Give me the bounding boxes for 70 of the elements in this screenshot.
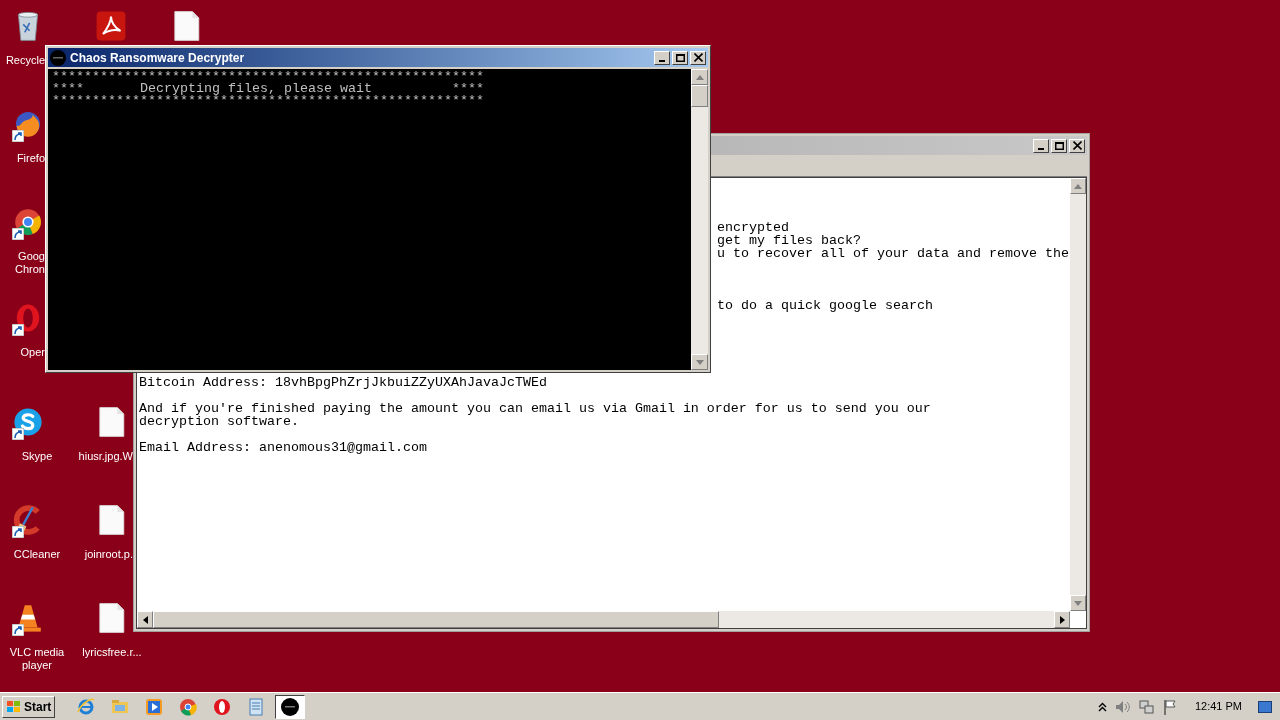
- minimize-icon: [659, 59, 665, 62]
- text-line: encrypted: [717, 221, 789, 234]
- icon-label[interactable]: Skype: [21, 450, 53, 463]
- icon-label[interactable]: Goog Chron: [0, 250, 45, 276]
- maximize-button[interactable]: [672, 50, 688, 65]
- vertical-scrollbar[interactable]: [1070, 178, 1086, 611]
- scroll-right-icon: [1059, 615, 1065, 624]
- close-button[interactable]: [1069, 138, 1085, 153]
- console-line: **** Decrypting files, please wait ****: [52, 83, 485, 95]
- close-icon: [693, 53, 703, 62]
- maximize-button[interactable]: [1051, 138, 1067, 153]
- app-icon: [50, 49, 66, 66]
- show-desktop-button[interactable]: [1258, 700, 1272, 713]
- close-icon: [1072, 141, 1082, 150]
- close-button[interactable]: [690, 50, 706, 65]
- icon-label[interactable]: CCleaner: [13, 548, 61, 561]
- icon-label[interactable]: lyricsfree.r...: [82, 646, 142, 659]
- icon-label[interactable]: Recycle: [0, 54, 45, 67]
- shortcut-arrow-icon: [12, 624, 24, 636]
- icon-label[interactable]: Firefo: [0, 152, 45, 165]
- folder-icon: [111, 697, 130, 716]
- scroll-down-icon: [1074, 600, 1082, 606]
- icon-label[interactable]: VLC media player: [9, 646, 65, 672]
- browser-icon: [77, 697, 96, 716]
- icon-label[interactable]: hiusr.jpg.W: [75, 450, 133, 463]
- shortcut-arrow-icon: [12, 228, 24, 240]
- skype-icon[interactable]: [12, 406, 44, 438]
- minimize-button[interactable]: [654, 50, 670, 65]
- shortcut-arrow-icon: [12, 130, 24, 142]
- play-icon: [145, 697, 164, 716]
- scroll-up-icon: [1074, 183, 1082, 189]
- maximize-icon: [1054, 141, 1064, 150]
- clock[interactable]: 12:41 PM: [1194, 698, 1242, 715]
- minimize-icon: [1038, 147, 1044, 150]
- minimize-button[interactable]: [1033, 138, 1049, 153]
- maximize-icon: [675, 53, 685, 62]
- shortcut-arrow-icon: [12, 324, 24, 336]
- network-icon[interactable]: [1138, 698, 1155, 715]
- text-line: And if you're finished paying the amount you can email us via Gmail in order for us to send you our: [139, 402, 931, 415]
- opera-icon: [213, 697, 232, 716]
- text-line: to do a quick google search: [717, 299, 933, 312]
- shortcut-arrow-icon: [12, 428, 24, 440]
- browser-icon[interactable]: [12, 206, 44, 238]
- notepad-icon: [247, 697, 266, 716]
- pdf-icon[interactable]: [95, 10, 127, 42]
- icon-label[interactable]: joinroot.p.: [75, 548, 133, 561]
- icon-label[interactable]: Oper: [0, 346, 45, 359]
- console-line: ******************************************************: [52, 95, 485, 107]
- app-icon: [281, 697, 300, 716]
- scroll-thumb[interactable]: [691, 85, 708, 107]
- browser-icon: [179, 697, 198, 716]
- scroll-down-icon: [695, 359, 704, 365]
- scroll-up-icon: [695, 74, 704, 80]
- text-line: Bitcoin Address: 18vhBpgPhZrjJkbuiZZyUXAhJavaJcTWEd: [139, 376, 547, 389]
- shortcut-arrow-icon: [12, 526, 24, 538]
- flag-icon[interactable]: [1162, 698, 1177, 715]
- text-line: get my files back?: [717, 234, 861, 247]
- text-line: decryption software.: [139, 415, 299, 428]
- speaker-icon[interactable]: [1114, 699, 1131, 714]
- chevron-up-icon[interactable]: [1097, 701, 1107, 712]
- window-title: Chaos Ransomware Decrypter: [70, 49, 246, 67]
- taskbar-button[interactable]: [275, 694, 306, 719]
- console-line: ******************************************************: [52, 71, 485, 83]
- vertical-scrollbar[interactable]: [691, 69, 708, 370]
- horizontal-scrollbar[interactable]: [137, 611, 1070, 628]
- windows-logo-icon: [6, 699, 22, 714]
- text-line: u to recover all of your data and remove the: [717, 247, 1069, 260]
- start-button[interactable]: Start: [2, 695, 56, 718]
- text-line: Email Address: anenomous31@gmail.com: [139, 441, 427, 454]
- scroll-left-icon: [142, 615, 148, 624]
